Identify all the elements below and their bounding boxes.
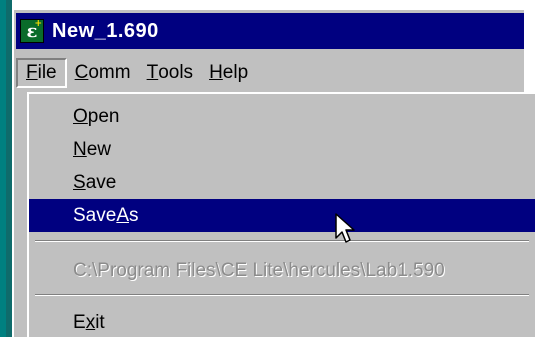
exit-mnemonic: x xyxy=(85,311,96,333)
open-label: pen xyxy=(87,105,120,127)
menu-tools-mnemonic: T xyxy=(146,62,159,83)
menu-file[interactable]: File xyxy=(16,58,67,88)
menu-item-exit[interactable]: Ex it xyxy=(29,306,535,339)
new-mnemonic: N xyxy=(73,138,87,160)
menu-comm[interactable]: Comm xyxy=(67,58,139,88)
file-menu-dropdown: Open New Save Save As C:\Program Files\CE… xyxy=(27,92,535,337)
menu-bar: File Comm Tools Help xyxy=(16,56,524,90)
title-bar[interactable]: ε + New_1.690 xyxy=(16,13,524,49)
save-as-label-post: s xyxy=(129,204,139,226)
mouse-pointer-icon xyxy=(335,213,355,243)
menu-item-new[interactable]: New xyxy=(29,133,535,166)
menu-separator xyxy=(35,240,529,242)
menu-item-recent-file: C:\Program Files\CE Lite\hercules\Lab1.5… xyxy=(29,254,535,287)
menu-help-mnemonic: H xyxy=(209,62,223,83)
menu-file-label: ile xyxy=(37,62,57,83)
ce-app-icon[interactable]: ε + xyxy=(20,19,44,43)
menu-comm-mnemonic: C xyxy=(74,62,89,83)
save-as-mnemonic: A xyxy=(116,204,129,226)
exit-label-post: it xyxy=(95,311,105,333)
menu-tools-label: ools xyxy=(158,62,194,83)
spark-icon: + xyxy=(34,19,42,29)
menu-item-save-as[interactable]: Save As xyxy=(29,199,535,232)
menu-tools[interactable]: Tools xyxy=(139,58,201,88)
save-label: ave xyxy=(85,171,117,193)
recent-file-label: C:\Program Files\CE Lite\hercules\Lab1.5… xyxy=(73,259,445,281)
menu-file-mnemonic: F xyxy=(26,62,38,83)
menu-item-open[interactable]: Open xyxy=(29,100,535,133)
menu-help[interactable]: Help xyxy=(201,58,256,88)
open-mnemonic: O xyxy=(73,105,88,127)
background-window-strip xyxy=(0,0,12,337)
menu-item-save[interactable]: Save xyxy=(29,166,535,199)
menu-help-label: elp xyxy=(222,62,249,83)
exit-label-pre: E xyxy=(73,311,86,333)
window-title: New_1.690 xyxy=(52,19,159,42)
save-mnemonic: S xyxy=(73,171,86,193)
menu-separator xyxy=(35,294,529,296)
save-as-label-pre: Save xyxy=(73,204,117,226)
menu-comm-label: omm xyxy=(88,62,131,83)
new-label: ew xyxy=(86,138,112,160)
